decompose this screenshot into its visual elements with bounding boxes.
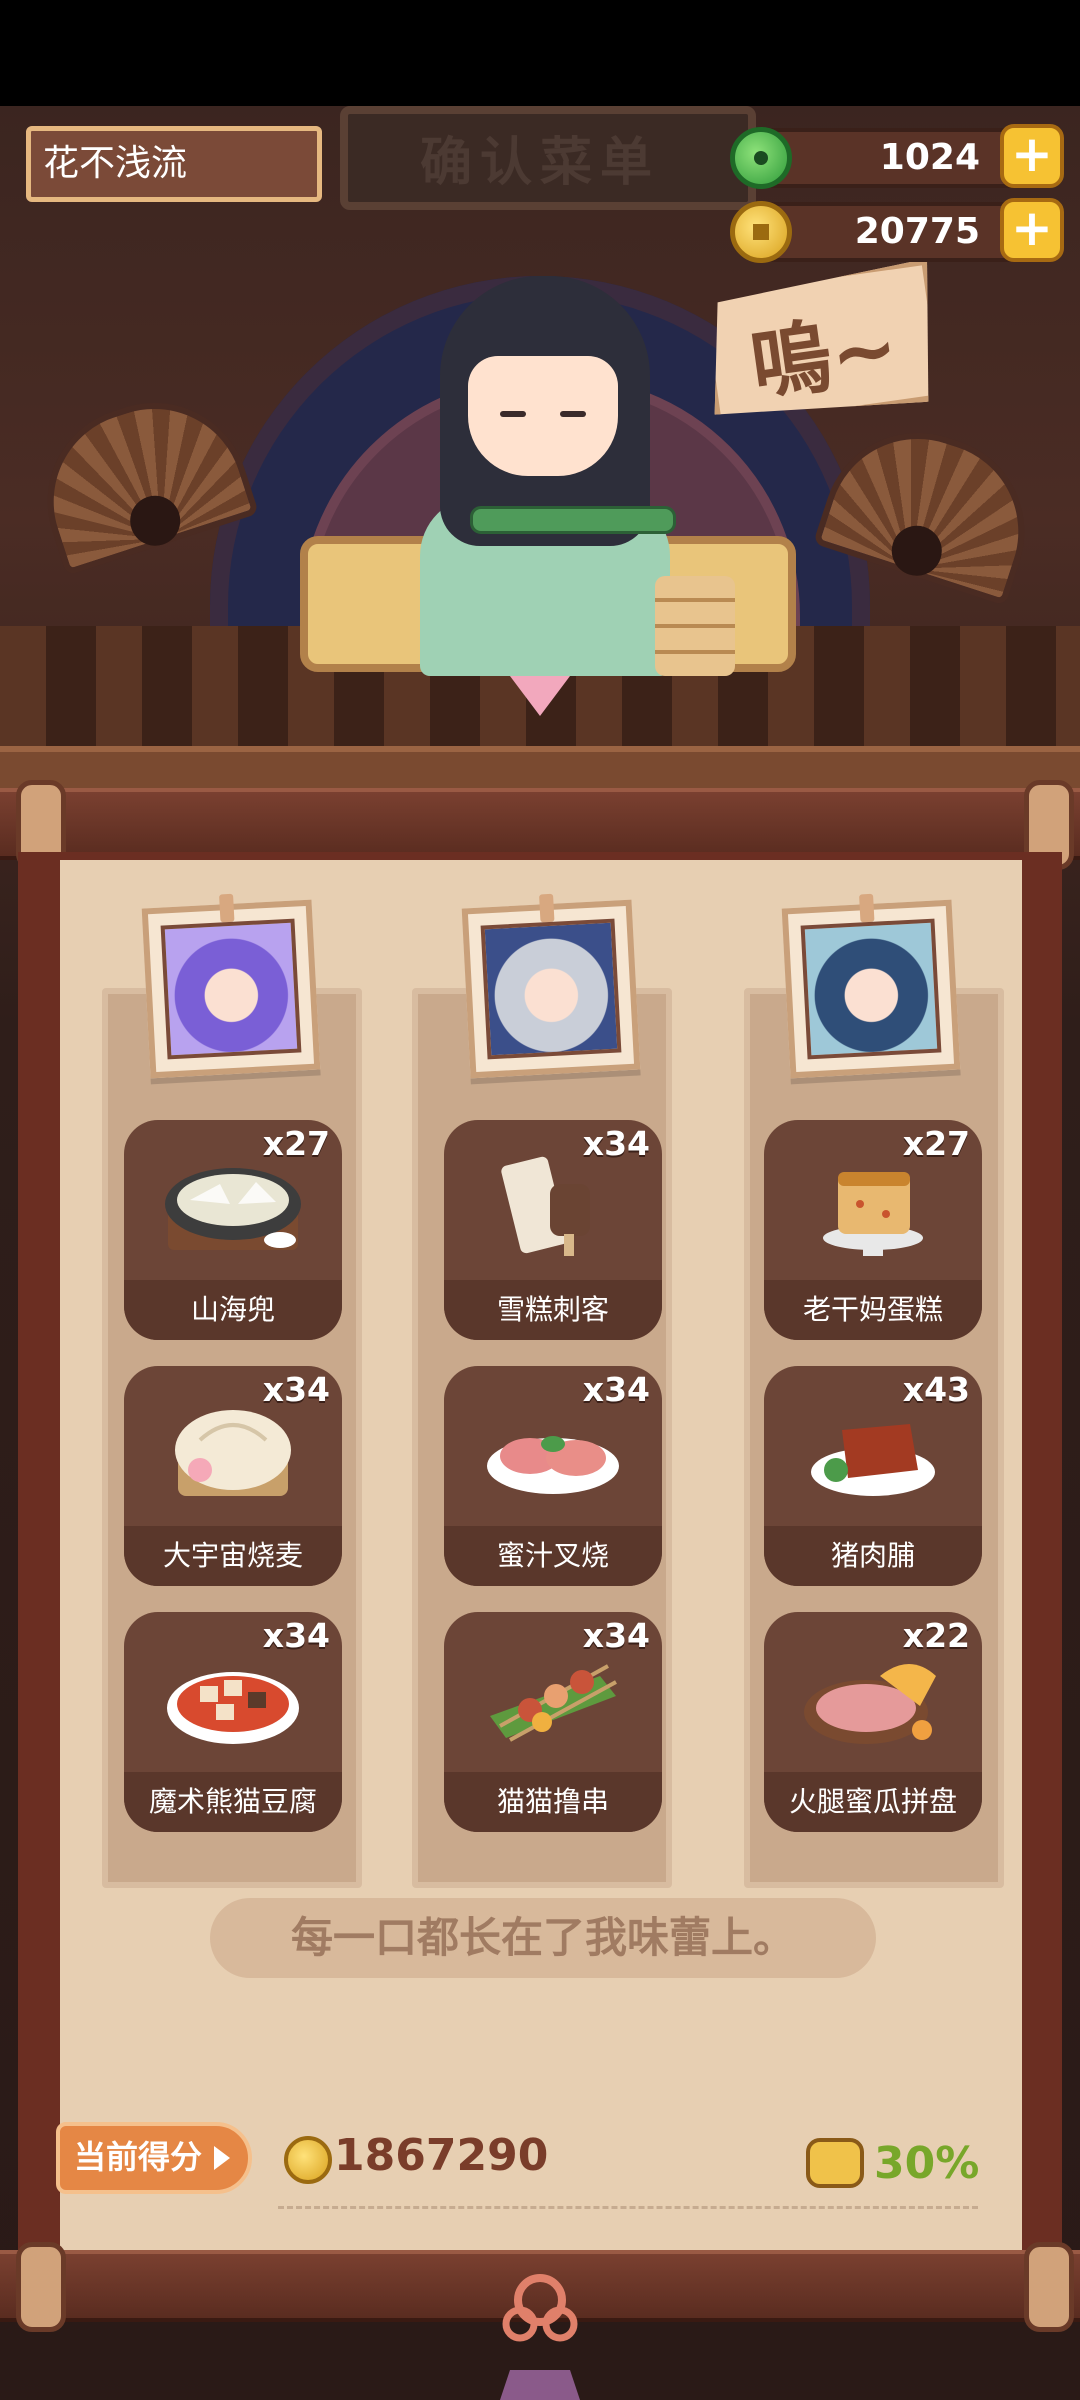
chef-character-face <box>468 356 618 476</box>
dish-name: 猫猫撸串 <box>444 1772 662 1832</box>
jade-currency-value: 1024 <box>879 137 980 178</box>
add-gold-button[interactable]: + <box>1000 198 1064 262</box>
stacked-bowls-icon <box>655 576 735 676</box>
money-bag-bonus-icon <box>806 2138 864 2188</box>
header-sign-text: 确认菜单 <box>419 133 660 193</box>
player-name: 花不浅流 <box>43 143 188 184</box>
character-portrait-frame-1[interactable] <box>141 893 321 1079</box>
dish-count: x27 <box>262 1124 330 1163</box>
character-quote: 每一口都长在了我味蕾上。 <box>210 1898 876 1978</box>
dish-count: x27 <box>902 1124 970 1163</box>
ice-cream-bar-icon <box>501 1156 590 1256</box>
scroll-rod-cap-left <box>16 2242 66 2332</box>
bonus-percentage: 30% <box>874 2138 980 2189</box>
pin-icon <box>859 893 875 923</box>
flute-icon <box>470 506 676 534</box>
dish-name: 雪糕刺客 <box>444 1280 662 1340</box>
dish-count: x34 <box>582 1370 650 1409</box>
ham-melon-platter-icon <box>804 1664 936 1744</box>
shaomai-bun-icon <box>175 1410 291 1496</box>
gold-coin-icon <box>730 201 792 263</box>
dish-name: 魔术熊猫豆腐 <box>124 1772 342 1832</box>
dish-count: x43 <box>902 1370 970 1409</box>
dish-name: 火腿蜜瓜拼盘 <box>764 1772 982 1832</box>
purple-hair-character-portrait <box>160 918 302 1060</box>
play-arrow-icon <box>214 2146 230 2170</box>
chef-eye-left <box>500 411 526 417</box>
scroll-top-rod <box>0 788 1080 860</box>
score-value: 1867290 <box>334 2130 549 2181</box>
dish-card[interactable]: x43 猪肉脯 <box>764 1366 982 1586</box>
dish-card[interactable]: x34 蜜汁叉烧 <box>444 1366 662 1586</box>
character-portrait-frame-3[interactable] <box>781 893 961 1079</box>
blue-hair-character-portrait <box>800 918 942 1060</box>
pin-icon <box>219 893 235 923</box>
dish-name: 大宇宙烧麦 <box>124 1526 342 1586</box>
dish-card[interactable]: x34 雪糕刺客 <box>444 1120 662 1340</box>
dish-name: 蜜汁叉烧 <box>444 1526 662 1586</box>
dish-count: x34 <box>582 1616 650 1655</box>
add-jade-button[interactable]: + <box>1000 124 1064 188</box>
dish-card[interactable]: x22 火腿蜜瓜拼盘 <box>764 1612 982 1832</box>
dish-card[interactable]: x34 魔术熊猫豆腐 <box>124 1612 342 1832</box>
silver-hair-character-portrait <box>480 918 622 1060</box>
dish-count: x34 <box>262 1616 330 1655</box>
tassel-knot-icon <box>500 2274 580 2400</box>
pin-icon <box>539 893 555 923</box>
char-siu-icon <box>487 1436 619 1494</box>
speech-sign-text: 嗚~ <box>745 300 904 413</box>
scroll-rod-cap-right <box>1024 2242 1074 2332</box>
dish-count: x34 <box>582 1124 650 1163</box>
player-name-box: 花不浅流 <box>26 126 322 202</box>
gold-coin-icon <box>284 2136 332 2184</box>
dish-name: 猪肉脯 <box>764 1526 982 1586</box>
current-score-label: 当前得分 <box>74 2138 203 2176</box>
dish-card[interactable]: x34 猫猫撸串 <box>444 1612 662 1832</box>
pork-jerky-icon <box>811 1424 935 1496</box>
dish-card[interactable]: x27 老干妈蛋糕 <box>764 1120 982 1340</box>
jade-icon <box>730 127 792 189</box>
cake-icon <box>823 1172 923 1256</box>
mapo-tofu-icon <box>167 1672 299 1744</box>
dish-card[interactable]: x27 山海兜 <box>124 1120 342 1340</box>
dashed-divider <box>278 2206 978 2209</box>
dish-count: x22 <box>902 1616 970 1655</box>
character-portrait-frame-2[interactable] <box>461 893 641 1079</box>
skewers-icon <box>490 1664 617 1742</box>
dumpling-platter-icon <box>165 1168 301 1250</box>
chef-eye-right <box>560 411 586 417</box>
gold-currency-value: 20775 <box>854 211 980 252</box>
dish-card[interactable]: x34 大宇宙烧麦 <box>124 1366 342 1586</box>
dish-name: 山海兜 <box>124 1280 342 1340</box>
dish-name: 老干妈蛋糕 <box>764 1280 982 1340</box>
dish-count: x34 <box>262 1370 330 1409</box>
